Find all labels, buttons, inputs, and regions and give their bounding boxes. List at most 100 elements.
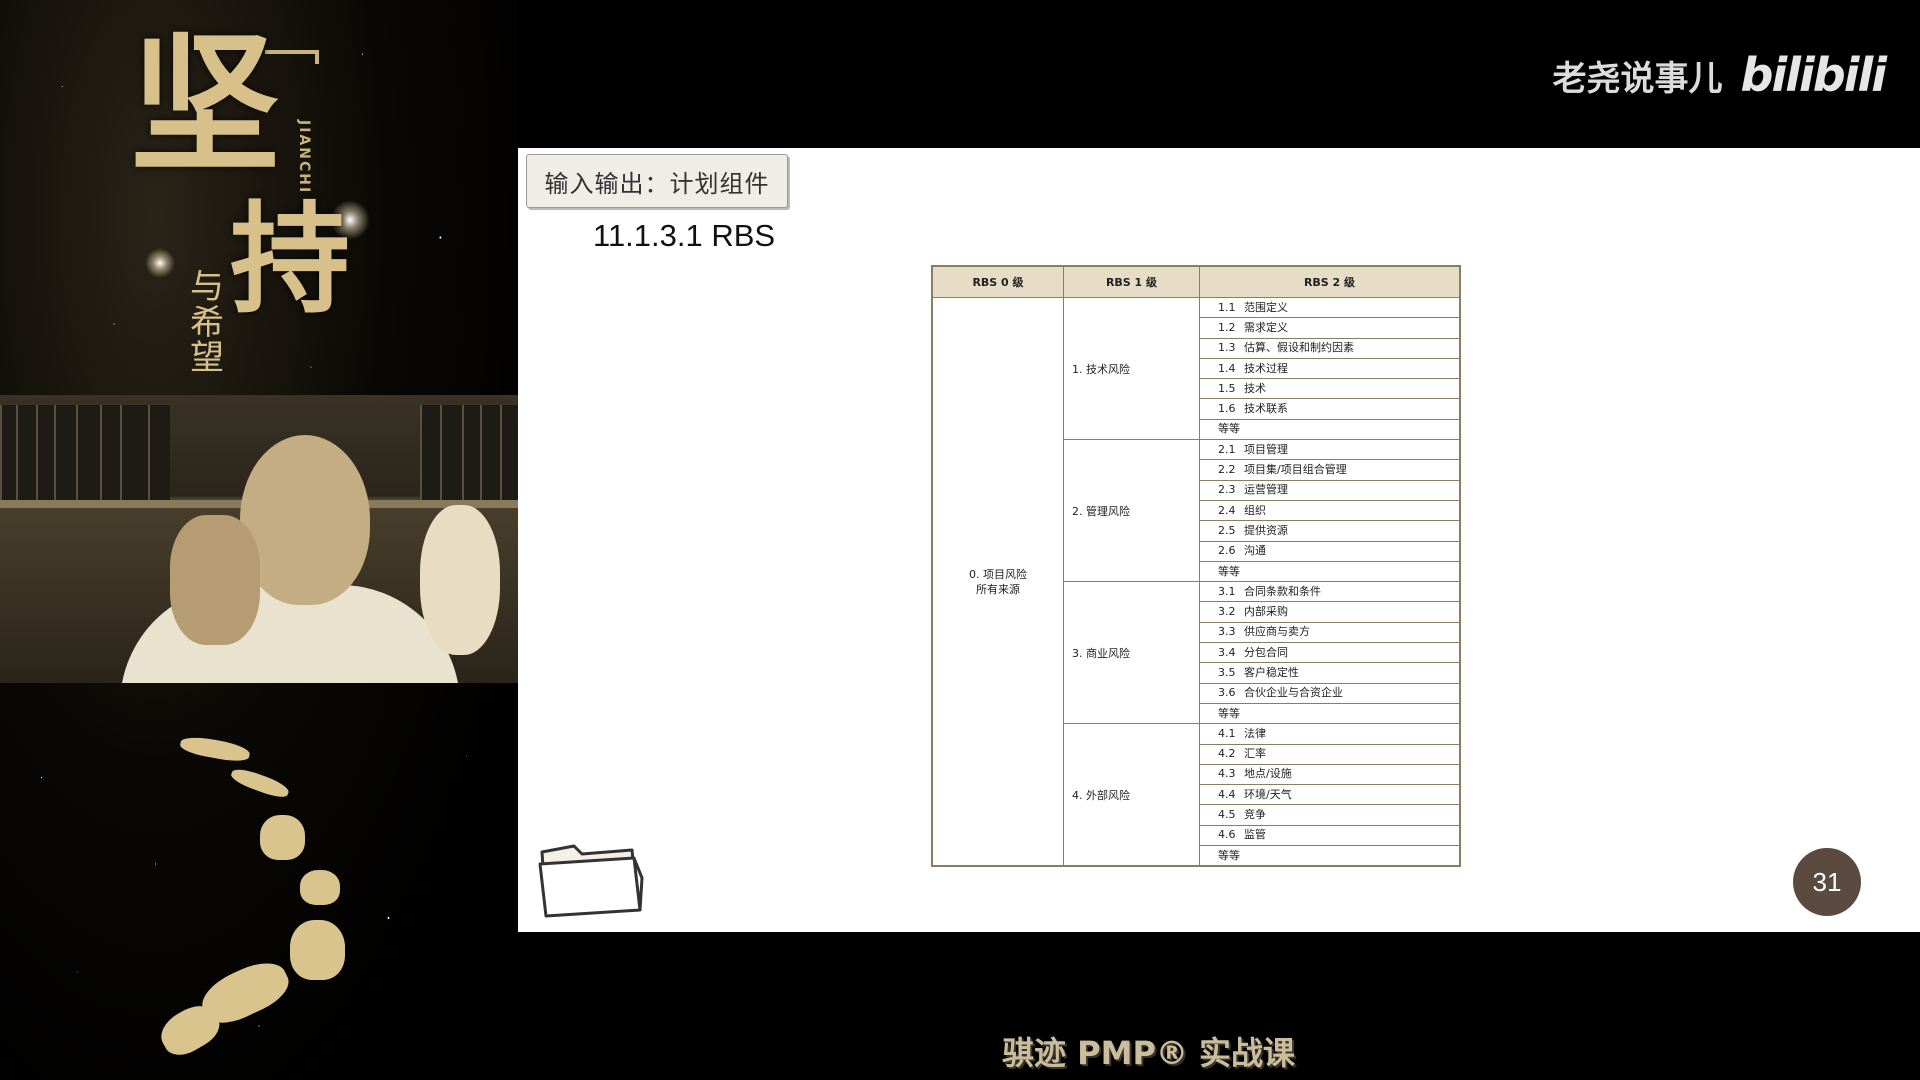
rbs-item-text: 监管	[1244, 828, 1266, 842]
presenter-hand	[420, 505, 500, 655]
presenter-hand	[170, 515, 260, 645]
rbs-item-code: 3.1	[1218, 584, 1236, 598]
table-body: 0. 项目风险 所有来源 1. 技术风险 1.1 范围定义 1.2 需求定义 1.3 估算、假设…	[931, 296, 1461, 867]
rbs-level2-cell: 1.6 技术联系	[1199, 398, 1461, 420]
rbs-item-code: 2.6	[1218, 544, 1236, 558]
rbs-level2-cell: 2.2 项目集/项目组合管理	[1199, 459, 1461, 481]
rbs-level2-cell: 等等	[1199, 418, 1461, 441]
rbs-level2-cell: 3.1 合同条款和条件	[1199, 581, 1461, 603]
rbs-item-text: 提供资源	[1244, 523, 1288, 537]
rbs-level2-cell: 2.3 运营管理	[1199, 479, 1461, 501]
course-label: 骐迹 PMP® 实战课	[1002, 1034, 1296, 1072]
rbs-item-text: 技术过程	[1244, 361, 1288, 375]
rbs-item-text: 分包合同	[1244, 645, 1288, 659]
rbs-item-text: 技术	[1244, 381, 1266, 395]
column-header: RBS 0 级	[931, 265, 1064, 298]
rbs-level2-cell: 1.5 技术	[1199, 378, 1461, 400]
rbs-item-text: 地点/设施	[1244, 767, 1292, 781]
rbs-item-code: 1.1	[1218, 300, 1236, 314]
rbs-item-text: 等等	[1218, 564, 1240, 578]
rbs-item-text: 合伙企业与合资企业	[1244, 686, 1343, 700]
rbs-item-code: 4.4	[1218, 787, 1236, 801]
rbs-level2-cell: 3.6 合伙企业与合资企业	[1199, 682, 1461, 704]
rbs-item-code: 3.3	[1218, 625, 1236, 639]
section-tab-label: 输入输出：计划组件	[544, 169, 770, 198]
webcam-feed	[0, 395, 518, 683]
rbs-level2-cell: 等等	[1199, 845, 1461, 867]
rbs-level2-cell: 4.5 竞争	[1199, 804, 1461, 826]
page-number-badge: 31	[1793, 848, 1861, 916]
rbs-table: RBS 0 级 RBS 1 级 RBS 2 级 0. 项目风险 所有来源 1. 技术…	[931, 265, 1461, 868]
rbs-level2-cell: 2.4 组织	[1199, 499, 1461, 522]
rbs-item-code: 4.6	[1218, 828, 1236, 842]
rbs-level0-cell: 0. 项目风险 所有来源	[931, 297, 1064, 867]
rbs-level2-cell: 4.1 法律	[1199, 723, 1461, 745]
rbs-item-text: 技术联系	[1244, 402, 1288, 416]
rbs-level2-cell: 等等	[1199, 560, 1461, 583]
rbs-item-text: 等等	[1218, 706, 1240, 720]
poster-subtitle: 与希望	[190, 267, 224, 379]
rbs-level0-sublabel: 所有来源	[976, 582, 1020, 596]
rbs-item-text: 估算、假设和制约因素	[1244, 341, 1354, 355]
rbs-level2-cell: 2.6 沟通	[1199, 540, 1461, 562]
rbs-item-text: 项目集/项目组合管理	[1244, 463, 1347, 477]
channel-brand: 老尧说事儿 bilibili	[1552, 48, 1887, 102]
rbs-item-code: 2.4	[1218, 503, 1236, 517]
rbs-level2-cell: 3.2 内部采购	[1199, 601, 1461, 623]
rbs-item-code: 2.3	[1218, 483, 1236, 497]
footprints-illustration	[140, 720, 400, 1063]
rbs-level1-cell: 4. 外部风险	[1063, 723, 1200, 867]
poster-pinyin: JIANCHI	[296, 120, 312, 195]
rbs-item-code: 4.2	[1218, 747, 1236, 761]
channel-name: 老尧说事儿	[1552, 58, 1723, 99]
slide-heading: 11.1.3.1 RBS	[593, 218, 776, 253]
rbs-item-code: 1.5	[1218, 381, 1236, 395]
folder-icon	[538, 844, 644, 918]
rbs-item-text: 沟通	[1244, 544, 1266, 558]
table-row: 0. 项目风险 所有来源 1. 技术风险 1.1 范围定义	[931, 296, 1461, 867]
rbs-item-code: 1.4	[1218, 361, 1236, 375]
rbs-item-code: 1.2	[1218, 320, 1236, 334]
promo-poster: 坚 持 与希望 JIANCHI	[0, 0, 518, 1080]
rbs-level2-cell: 2.5 提供资源	[1199, 520, 1461, 542]
rbs-level2-cell: 4.4 环境/天气	[1199, 784, 1461, 806]
column-header: RBS 1 级	[1063, 265, 1200, 298]
rbs-item-code: 3.4	[1218, 645, 1236, 659]
rbs-item-text: 合同条款和条件	[1244, 584, 1321, 598]
rbs-level1-cell: 1. 技术风险	[1063, 296, 1200, 441]
rbs-level2-cell: 2.1 项目管理	[1199, 439, 1461, 461]
rbs-level2-cell: 1.3 估算、假设和制约因素	[1199, 337, 1461, 359]
rbs-item-text: 等等	[1218, 422, 1240, 436]
rbs-level2-cell: 3.5 客户稳定性	[1199, 662, 1461, 684]
light-glow	[145, 248, 175, 278]
rbs-item-code: 4.1	[1218, 726, 1236, 740]
poster-title-char: 坚	[130, 17, 281, 193]
rbs-item-text: 需求定义	[1244, 320, 1288, 334]
rbs-level2-cell: 1.1 范围定义	[1199, 296, 1461, 319]
rbs-item-text: 客户稳定性	[1244, 665, 1299, 679]
rbs-level2-cell: 4.3 地点/设施	[1199, 763, 1461, 786]
rbs-item-code: 4.5	[1218, 808, 1236, 822]
rbs-item-text: 法律	[1244, 726, 1266, 740]
table-header-row: RBS 0 级 RBS 1 级 RBS 2 级	[931, 265, 1461, 298]
rbs-item-code: 1.6	[1218, 402, 1236, 416]
rbs-item-code: 3.6	[1218, 686, 1236, 700]
rbs-item-code: 2.2	[1218, 463, 1236, 477]
rbs-item-code: 2.1	[1218, 442, 1236, 456]
rbs-level1-cell: 3. 商业风险	[1063, 581, 1200, 725]
rbs-item-text: 竞争	[1244, 808, 1266, 822]
rbs-item-text: 项目管理	[1244, 442, 1288, 456]
rbs-item-text: 等等	[1218, 848, 1240, 862]
rbs-level2-cell: 等等	[1199, 702, 1461, 725]
rbs-level2-cell: 3.3 供应商与卖方	[1199, 621, 1461, 644]
rbs-item-text: 环境/天气	[1244, 787, 1292, 801]
rbs-level2-cell: 4.2 汇率	[1199, 743, 1461, 765]
rbs-item-text: 组织	[1244, 503, 1266, 517]
rbs-item-text: 供应商与卖方	[1244, 625, 1310, 639]
rbs-item-code: 1.3	[1218, 341, 1236, 355]
rbs-item-text: 范围定义	[1244, 300, 1288, 314]
presentation-slide: 输入输出：计划组件 11.1.3.1 RBS RBS 0 级 RBS 1 级 R…	[518, 148, 1920, 932]
rbs-level0-label: 0. 项目风险	[969, 567, 1027, 581]
column-header: RBS 2 级	[1199, 265, 1461, 298]
rbs-item-code: 4.3	[1218, 767, 1236, 781]
